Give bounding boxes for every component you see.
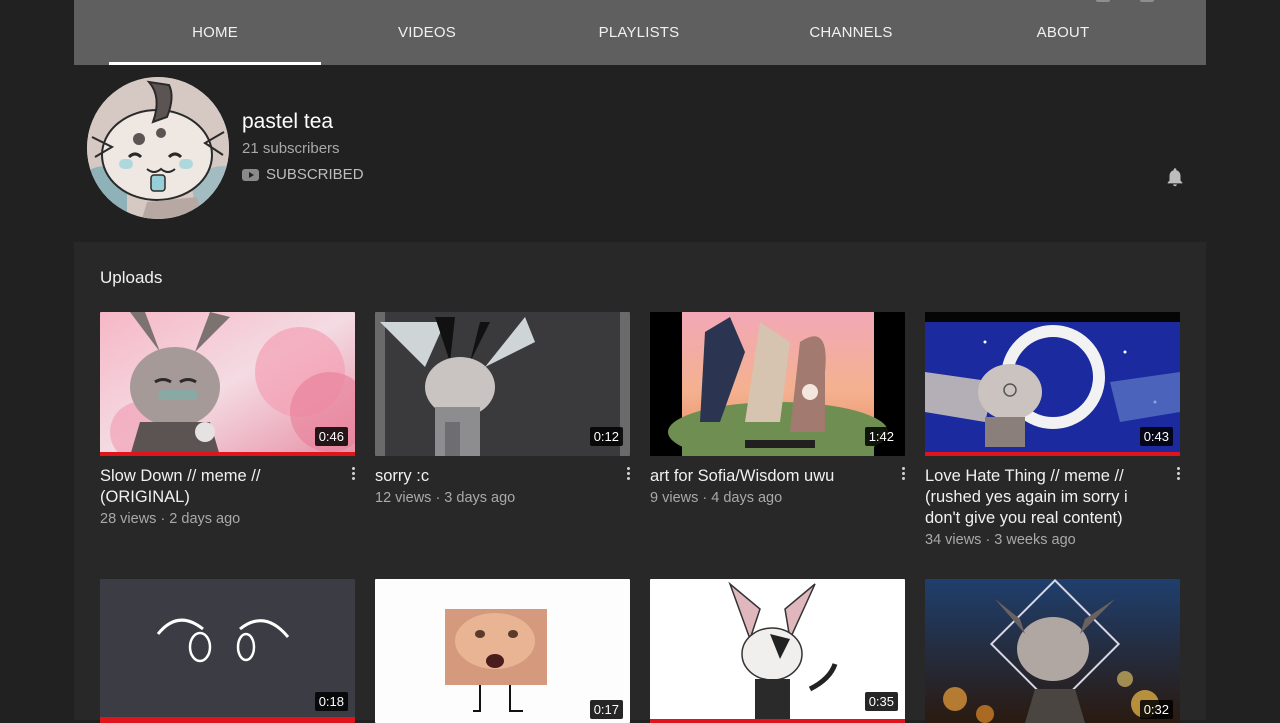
youtube-icon <box>242 168 259 181</box>
video-thumbnail[interactable]: 0:35 <box>650 579 905 723</box>
subscriber-count: 21 subscribers <box>242 140 340 157</box>
channel-avatar[interactable] <box>87 77 229 219</box>
video-duration: 1:42 <box>864 427 898 446</box>
bell-icon[interactable] <box>1164 165 1186 189</box>
more-vertical-icon[interactable] <box>350 465 356 483</box>
tab-home[interactable]: HOME <box>109 0 321 65</box>
video-card[interactable]: 0:46 Slow Down // meme // (ORIGINAL) 28 … <box>100 312 355 527</box>
video-meta: 28 views · 2 days ago <box>100 511 241 527</box>
watched-progress-bar <box>100 452 355 456</box>
video-duration: 0:46 <box>314 427 348 446</box>
video-thumbnail[interactable]: 0:32 <box>925 579 1180 723</box>
uploads-title: Uploads <box>100 268 163 287</box>
video-thumbnail[interactable]: 1:42 <box>650 312 905 456</box>
video-duration: 0:35 <box>864 692 898 711</box>
video-card[interactable]: 0:17 <box>375 579 630 723</box>
channel-header: pastel tea 21 subscribers SUBSCRIBED <box>74 65 1206 242</box>
watched-progress-bar <box>925 452 1180 456</box>
video-thumbnail[interactable]: 0:12 <box>375 312 630 456</box>
video-thumbnail[interactable]: 0:46 <box>100 312 355 456</box>
tab-about[interactable]: ABOUT <box>957 0 1169 65</box>
video-duration: 0:43 <box>1139 427 1173 446</box>
video-thumbnail[interactable]: 0:18 <box>100 579 355 723</box>
video-title[interactable]: sorry :c <box>375 466 630 487</box>
video-card[interactable]: 0:18 <box>100 579 355 723</box>
tabs: HOME VIDEOS PLAYLISTS CHANNELS ABOUT <box>74 0 1206 65</box>
more-vertical-icon[interactable] <box>1175 465 1181 483</box>
video-meta: 12 views · 3 days ago <box>375 490 516 506</box>
video-title[interactable]: Love Hate Thing // meme // (rushed yes a… <box>925 466 1180 529</box>
subscribed-label: SUBSCRIBED <box>266 166 364 183</box>
video-thumbnail[interactable]: 0:43 <box>925 312 1180 456</box>
uploads-section: Uploads 0:46 Slow Down // meme // (ORIGI… <box>74 242 1206 723</box>
video-card[interactable]: 0:43 Love Hate Thing // meme // (rushed … <box>925 312 1180 548</box>
video-duration: 0:18 <box>314 692 348 711</box>
channel-name: pastel tea <box>242 110 334 133</box>
tab-playlists[interactable]: PLAYLISTS <box>533 0 745 65</box>
video-duration: 0:17 <box>589 700 623 719</box>
video-title[interactable]: Slow Down // meme // (ORIGINAL) <box>100 466 355 508</box>
video-meta: 9 views · 4 days ago <box>650 490 783 506</box>
tab-videos[interactable]: VIDEOS <box>321 0 533 65</box>
channel-tab-bar: HOME VIDEOS PLAYLISTS CHANNELS ABOUT <box>74 0 1206 65</box>
video-title[interactable]: art for Sofia/Wisdom uwu <box>650 466 905 487</box>
more-vertical-icon[interactable] <box>625 465 631 483</box>
video-card[interactable]: 0:35 <box>650 579 905 723</box>
video-thumbnail[interactable]: 0:17 <box>375 579 630 723</box>
subscribed-button[interactable]: SUBSCRIBED <box>242 166 364 183</box>
video-card[interactable]: 1:42 art for Sofia/Wisdom uwu 9 views · … <box>650 312 905 506</box>
video-card[interactable]: 0:12 sorry :c 12 views · 3 days ago <box>375 312 630 506</box>
video-duration: 0:32 <box>1139 700 1173 719</box>
more-vertical-icon[interactable] <box>900 465 906 483</box>
video-card[interactable]: 0:32 <box>925 579 1180 723</box>
video-duration: 0:12 <box>589 427 623 446</box>
video-meta: 34 views · 3 weeks ago <box>925 532 1076 548</box>
tab-channels[interactable]: CHANNELS <box>745 0 957 65</box>
